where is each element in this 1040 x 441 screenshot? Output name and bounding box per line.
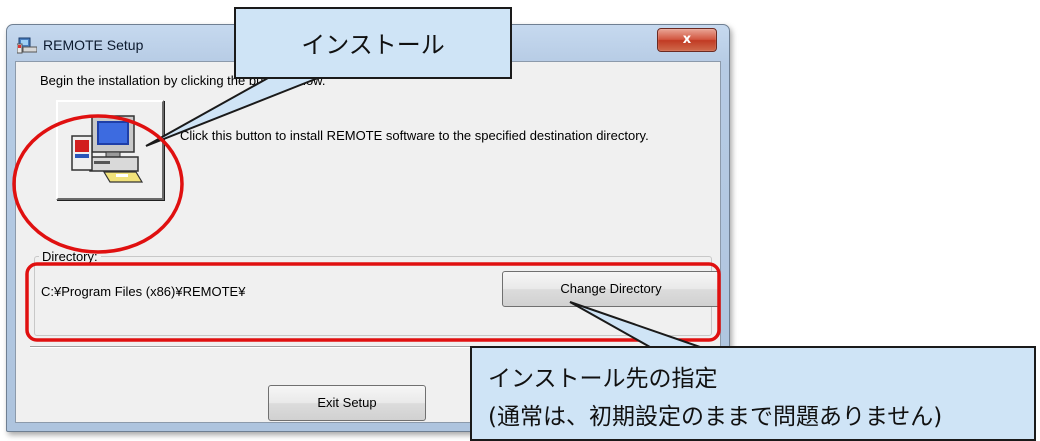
directory-callout: インストール先の指定 (通常は、初期設定のままで問題ありません) (470, 346, 1036, 441)
directory-callout-line1: インストール先の指定 (488, 366, 718, 392)
install-highlight-ellipse (12, 114, 184, 254)
directory-callout-line2: (通常は、初期設定のままで問題ありません) (488, 404, 943, 430)
install-callout-tail (145, 77, 319, 147)
install-callout: インストール (234, 7, 512, 79)
directory-highlight-box (25, 262, 721, 342)
